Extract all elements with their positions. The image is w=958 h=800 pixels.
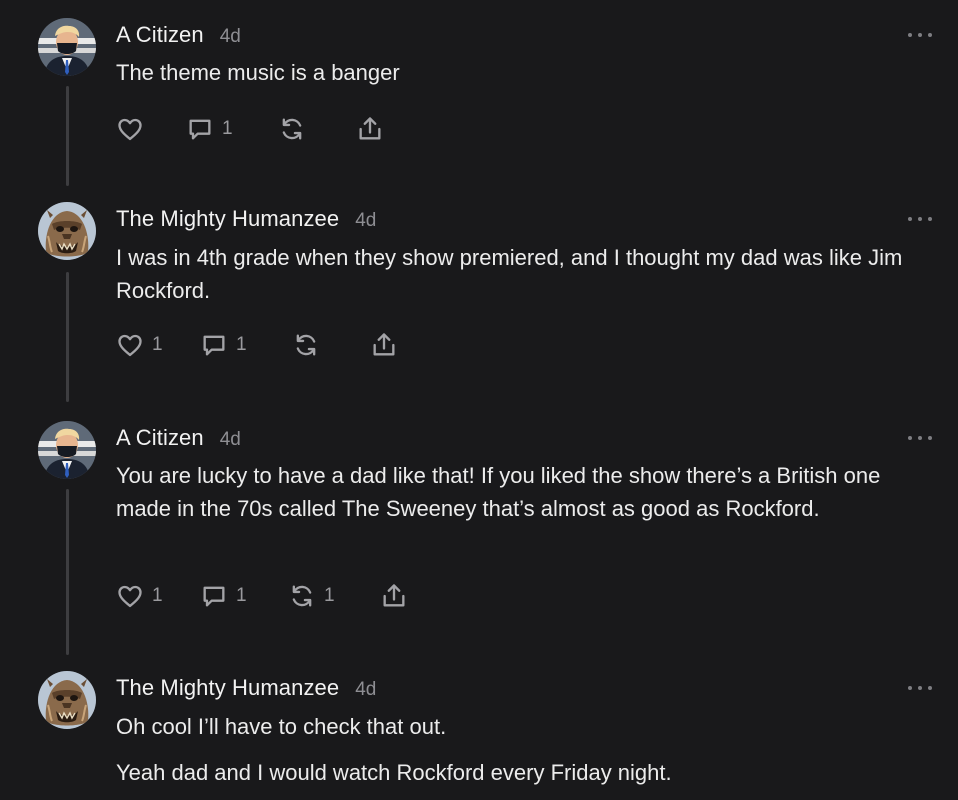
restack-button[interactable]	[278, 114, 314, 144]
comment-body: Oh cool I’ll have to check that out. Yea…	[116, 710, 916, 789]
timestamp[interactable]: 4d	[220, 26, 241, 48]
restack-icon	[292, 585, 312, 607]
comment-text: Oh cool I’ll have to check that out.	[116, 714, 447, 739]
share-button[interactable]	[356, 114, 384, 144]
restack-count: 1	[324, 585, 335, 606]
comment-header: A Citizen 4d	[116, 425, 241, 451]
reply-button[interactable]: 1	[200, 330, 247, 360]
author-name[interactable]: The Mighty Humanzee	[116, 206, 339, 232]
comment-icon	[189, 119, 211, 140]
comment-body: You are lucky to have a dad like that! I…	[116, 459, 916, 525]
restack-icon	[282, 118, 302, 140]
author-name[interactable]: The Mighty Humanzee	[116, 675, 339, 701]
like-button[interactable]	[116, 114, 152, 144]
reply-button[interactable]: 1	[200, 581, 247, 611]
comment: A Citizen 4d The theme music is a banger…	[0, 18, 958, 188]
share-icon	[373, 333, 395, 356]
share-button[interactable]	[370, 330, 398, 360]
reply-count: 1	[236, 585, 247, 606]
comment-body: The theme music is a banger	[116, 56, 916, 89]
avatar[interactable]	[38, 18, 96, 76]
like-button[interactable]: 1	[116, 330, 163, 360]
comment-text: I was in 4th grade when they show premie…	[116, 245, 903, 303]
avatar[interactable]	[38, 202, 96, 260]
comment-thread: A Citizen 4d The theme music is a banger…	[0, 0, 958, 800]
person-masked-avatar-icon	[38, 421, 96, 479]
timestamp[interactable]: 4d	[220, 429, 241, 451]
thread-line	[66, 489, 69, 655]
more-options-icon[interactable]	[908, 30, 932, 40]
comment: The Mighty Humanzee 4d I was in 4th grad…	[0, 202, 958, 412]
avatar[interactable]	[38, 421, 96, 479]
like-count: 1	[152, 585, 163, 606]
restack-button[interactable]: 1	[288, 581, 335, 611]
reply-count: 1	[236, 334, 247, 355]
restack-icon	[296, 334, 316, 356]
avatar[interactable]	[38, 671, 96, 729]
author-name[interactable]: A Citizen	[116, 22, 204, 48]
heart-icon	[118, 334, 142, 357]
person-masked-avatar-icon	[38, 18, 96, 76]
timestamp[interactable]: 4d	[355, 679, 376, 701]
share-button[interactable]	[380, 581, 408, 611]
comment-header: A Citizen 4d	[116, 22, 241, 48]
comment-icon	[203, 586, 225, 607]
heart-icon	[118, 585, 142, 608]
reply-count: 1	[222, 118, 233, 139]
reply-button[interactable]: 1	[186, 114, 233, 144]
comment: The Mighty Humanzee 4d Oh cool I’ll have…	[0, 671, 958, 800]
gorilla-mask-avatar-icon	[38, 671, 96, 729]
timestamp[interactable]: 4d	[355, 210, 376, 232]
heart-icon	[118, 118, 142, 141]
like-button[interactable]: 1	[116, 581, 163, 611]
more-options-icon[interactable]	[908, 433, 932, 443]
gorilla-mask-avatar-icon	[38, 202, 96, 260]
thread-line	[66, 272, 69, 402]
author-name[interactable]: A Citizen	[116, 425, 204, 451]
comment: A Citizen 4d You are lucky to have a dad…	[0, 421, 958, 661]
comment-text: The theme music is a banger	[116, 60, 400, 85]
share-icon	[359, 117, 381, 140]
comment-body: I was in 4th grade when they show premie…	[116, 241, 916, 307]
restack-button[interactable]	[292, 330, 328, 360]
more-options-icon[interactable]	[908, 683, 932, 693]
comment-text: Yeah dad and I would watch Rockford ever…	[116, 760, 672, 785]
comment-text: You are lucky to have a dad like that! I…	[116, 463, 881, 521]
comment-icon	[203, 335, 225, 356]
comment-header: The Mighty Humanzee 4d	[116, 675, 376, 701]
comment-header: The Mighty Humanzee 4d	[116, 206, 376, 232]
like-count: 1	[152, 334, 163, 355]
thread-line	[66, 86, 69, 186]
more-options-icon[interactable]	[908, 214, 932, 224]
share-icon	[383, 584, 405, 607]
